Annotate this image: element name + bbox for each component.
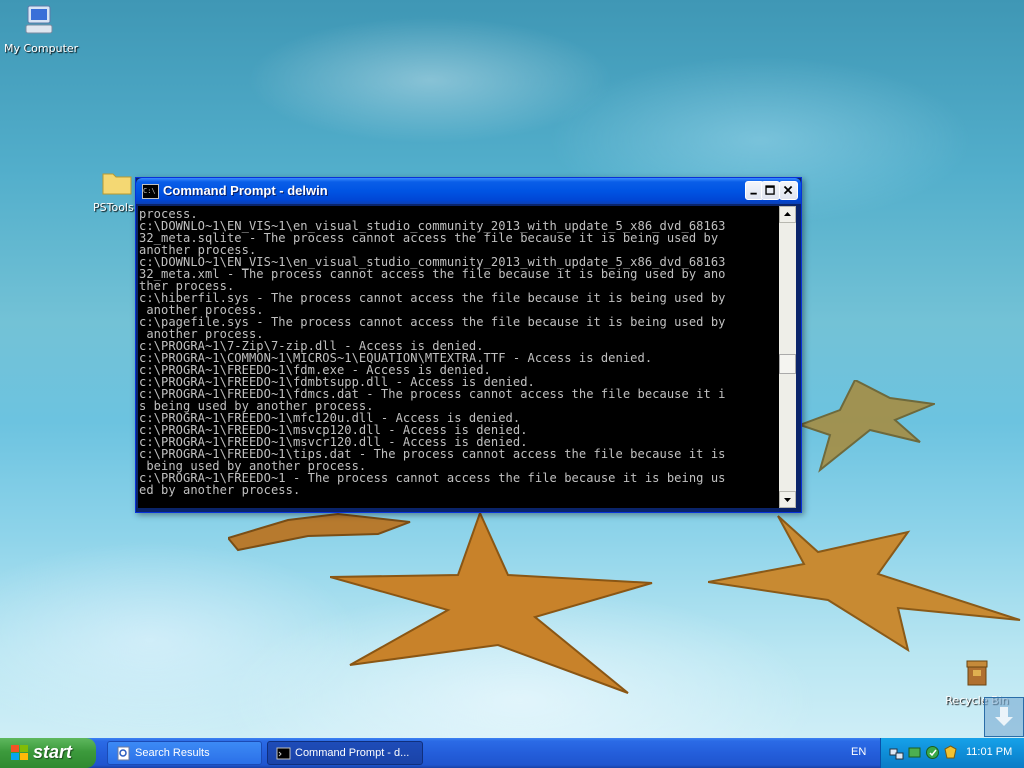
pstools-label: PSTools [93,201,134,214]
start-label: start [33,742,73,762]
chevron-up-icon [784,212,791,216]
starfish-decoration [800,380,935,473]
window-titlebar[interactable]: C:\ Command Prompt - delwin [136,178,801,204]
command-prompt-icon [276,747,291,760]
command-prompt-window[interactable]: C:\ Command Prompt - delwin process. c:\… [135,177,802,513]
window-title: Command Prompt - delwin [163,183,328,198]
console-line: ed by another process. [139,483,301,497]
overlay-tile[interactable] [984,697,1024,737]
scroll-thumb[interactable] [779,354,796,374]
console-text: process. c:\DOWNLO~1\EN_VIS~1\en_visual_… [138,206,779,508]
maximize-icon [765,185,775,195]
windows-logo-icon [11,745,28,760]
task-label: Command Prompt - d... [295,747,410,759]
pstools-desktop-icon[interactable]: PSTools [93,170,141,214]
maximize-button[interactable] [761,181,780,200]
safely-remove-icon[interactable] [907,745,922,760]
starfish-decoration [228,512,411,552]
update-icon[interactable] [925,745,940,760]
close-icon [783,185,793,195]
scroll-up-button[interactable] [779,206,796,223]
console-output[interactable]: process. c:\DOWNLO~1\EN_VIS~1\en_visual_… [138,206,779,508]
taskbar: start Search Results Command Prompt - d.… [0,738,1024,768]
recycle-bin-icon [966,660,988,686]
console-line: _ [139,495,147,508]
starfish-decoration [708,515,1021,652]
taskbar-search-results[interactable]: Search Results [107,741,262,765]
chevron-down-icon [784,498,791,502]
taskbar-command-prompt[interactable]: Command Prompt - d... [267,741,423,765]
search-results-icon [117,746,130,761]
start-button[interactable]: start [0,738,96,768]
close-button[interactable] [779,181,798,200]
download-arrow-icon [995,707,1013,726]
vertical-scrollbar[interactable] [779,206,796,508]
command-prompt-icon: C:\ [142,184,159,199]
my-computer-label: My Computer [4,42,79,55]
language-indicator[interactable]: EN [851,746,866,758]
clock[interactable]: 11:01 PM [966,746,1012,758]
security-icon[interactable] [943,745,958,760]
my-computer-icon [25,5,53,34]
task-label: Search Results [135,747,210,759]
network-icon[interactable] [889,745,904,760]
system-tray: 11:01 PM [880,738,1024,768]
scroll-down-button[interactable] [779,491,796,508]
my-computer-desktop-icon[interactable]: My Computer [4,3,79,55]
folder-icon [102,173,132,195]
